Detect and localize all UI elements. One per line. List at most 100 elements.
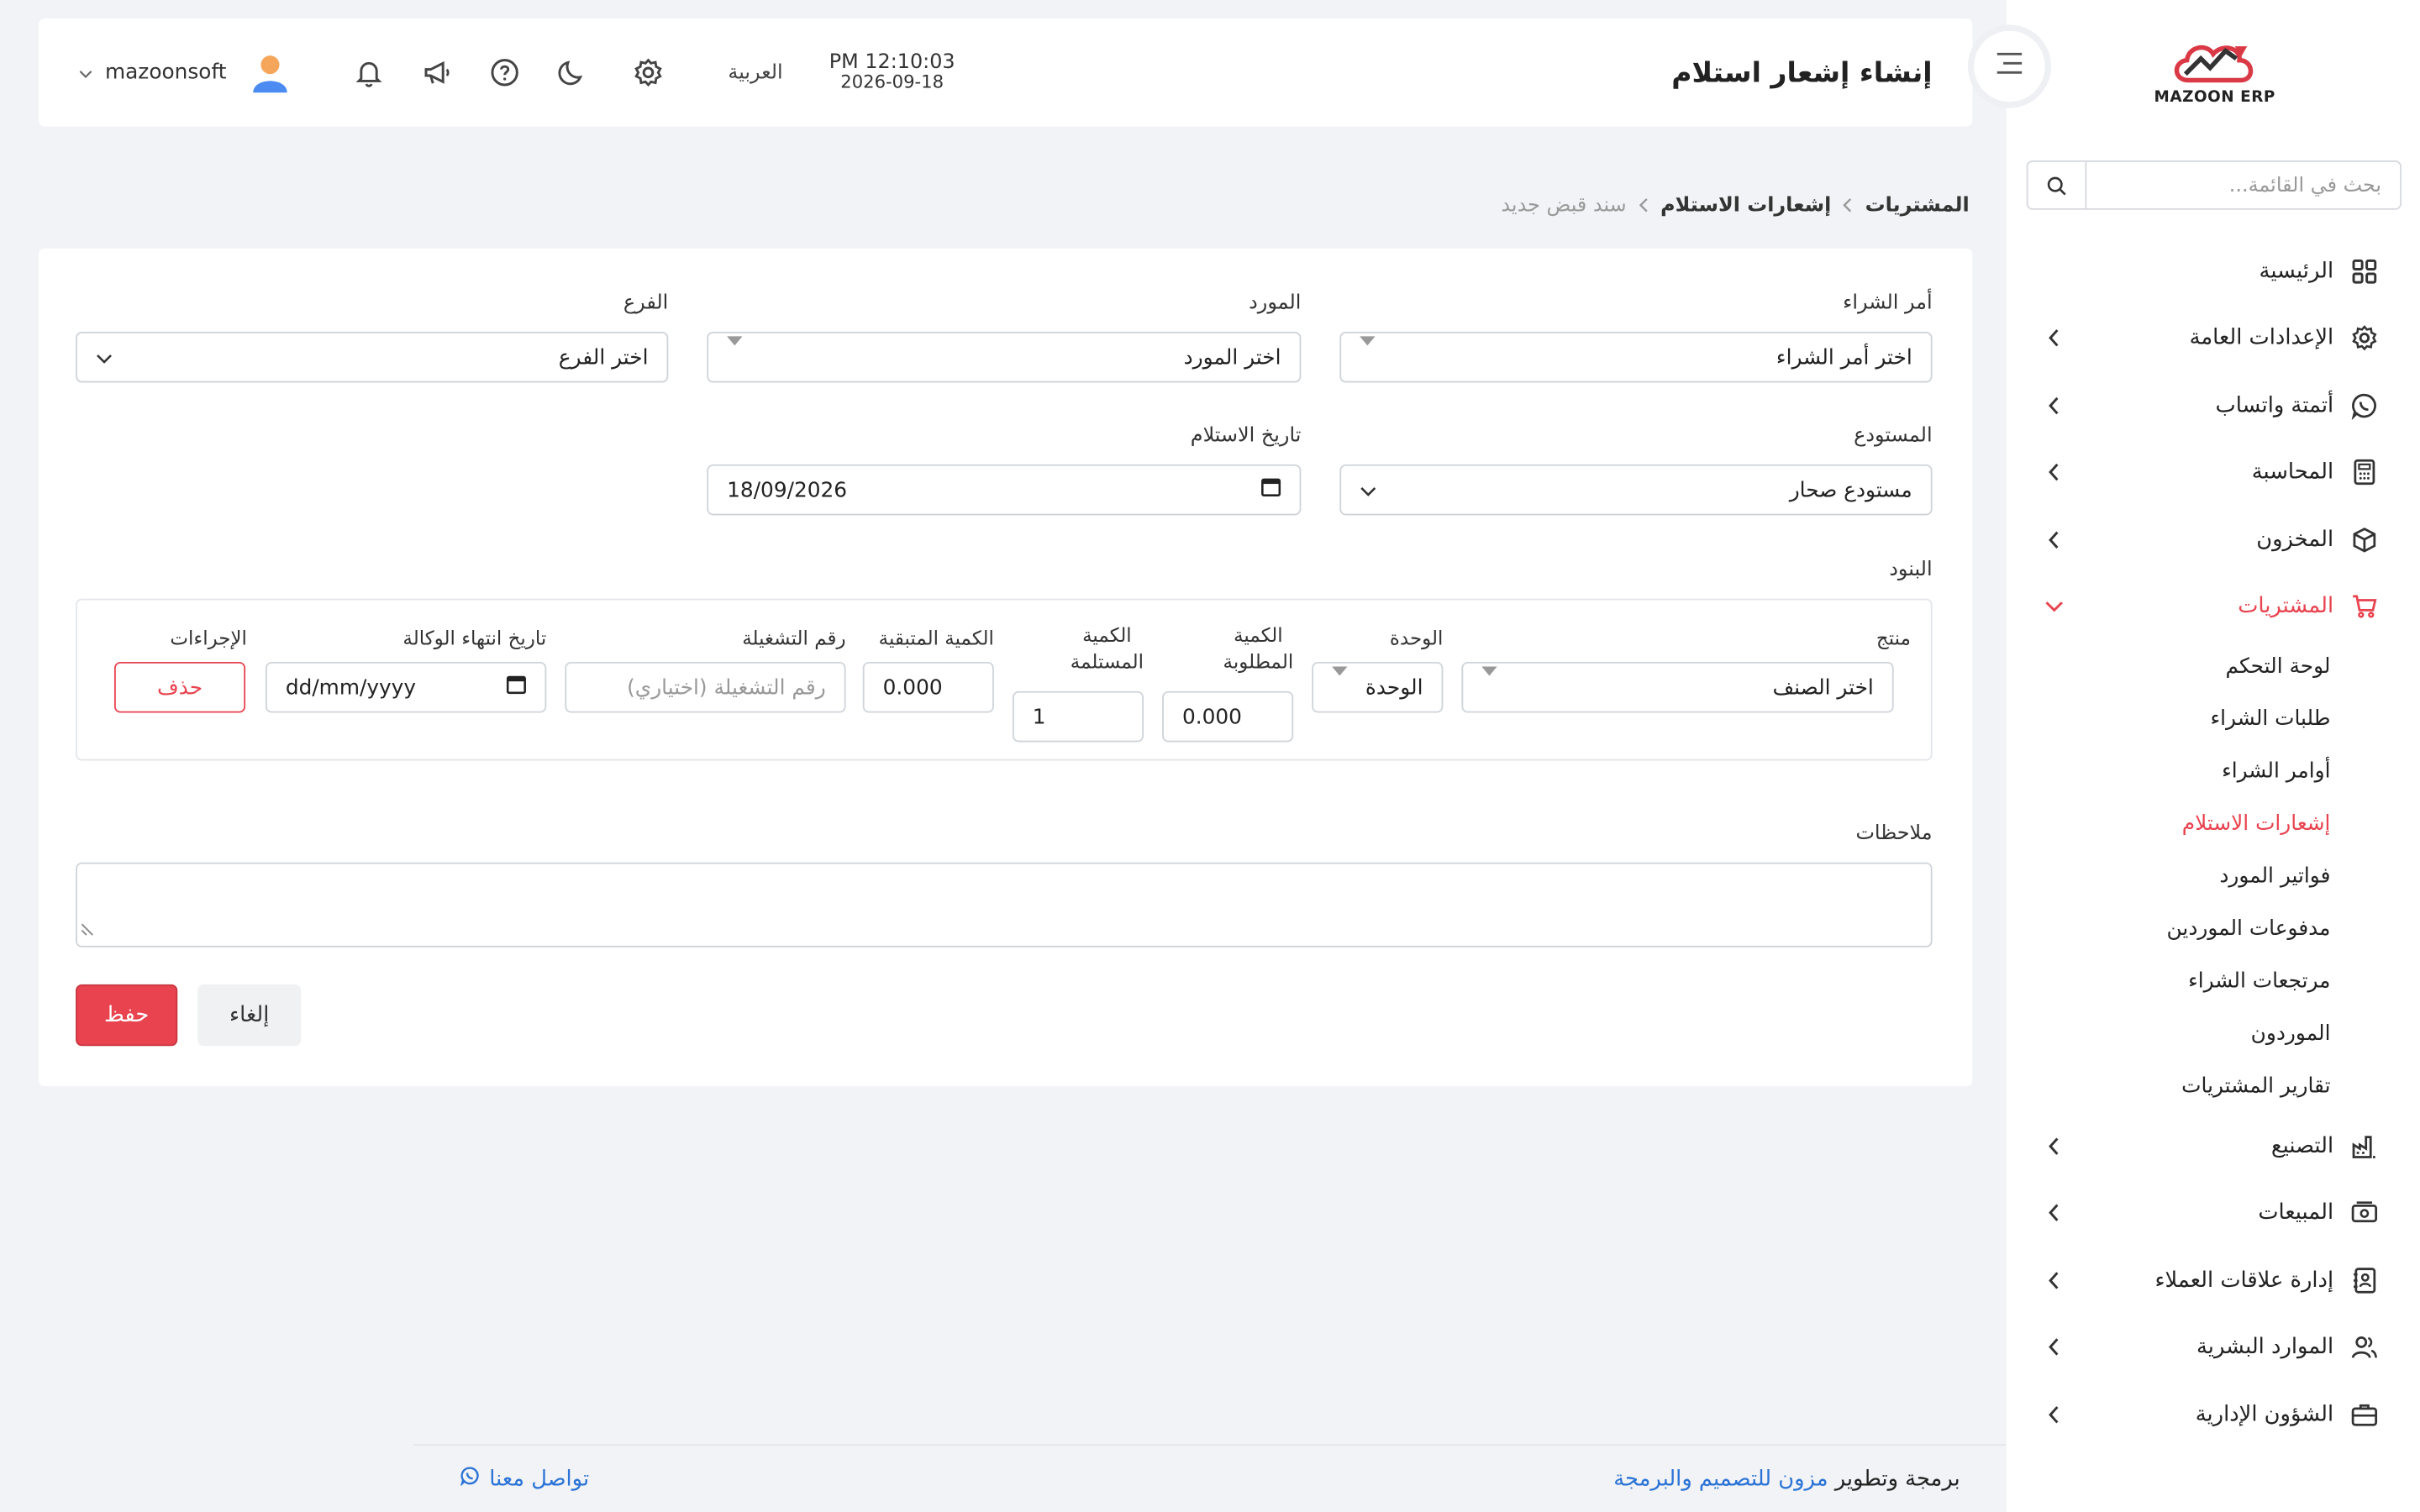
sidebar-item-hr[interactable]: الموارد البشرية [2007, 1314, 2420, 1381]
chevron-down-icon [96, 345, 113, 370]
delete-row-button[interactable]: حذف [113, 661, 246, 713]
sidebar: MAZOON ERP الرئيسية الإعدادات العامة أتم… [2006, 0, 2420, 1512]
contact-us-link[interactable]: تواصل معنا [460, 1466, 589, 1492]
sidebar-item-label: الشؤون الإدارية [2195, 1402, 2334, 1427]
footer: برمجة وتطوير مزون للتصميم والبرمجة تواصل… [413, 1444, 2007, 1512]
sidebar-item-manufacturing[interactable]: التصنيع [2007, 1112, 2420, 1179]
sidebar-item-label: المخزون [2256, 527, 2334, 553]
submenu-item-supplier-invoices[interactable]: فواتير المورد [2007, 850, 2330, 902]
user-menu[interactable]: mazoonsoft [79, 60, 227, 85]
sidebar-item-purchases[interactable]: المشتريات [2007, 573, 2420, 640]
clock-date: 2026-09-18 [840, 71, 944, 93]
moon-icon[interactable] [552, 52, 592, 92]
calendar-icon[interactable] [506, 675, 526, 701]
bell-icon[interactable] [349, 52, 389, 92]
chevron-left-icon [2044, 1135, 2065, 1157]
users-icon [2349, 1332, 2381, 1363]
submenu-item-purchase-orders[interactable]: أوامر الشراء [2007, 745, 2330, 797]
sidebar-item-home[interactable]: الرئيسية [2007, 238, 2420, 305]
submenu-item-dashboard[interactable]: لوحة التحكم [2007, 640, 2330, 692]
expiry-date-input[interactable]: dd/mm/yyyy [265, 661, 547, 713]
chevron-left-icon [2044, 1269, 2065, 1291]
submenu-item-purchase-requests[interactable]: طلبات الشراء [2007, 693, 2330, 745]
breadcrumb-parent[interactable]: إشعارات الاستلام [1660, 194, 1831, 218]
sidebar-toggle-button[interactable] [1974, 30, 2045, 102]
branch-select[interactable]: اختر الفرع [76, 331, 669, 383]
supplier-select[interactable]: اختر المورد [707, 331, 1302, 383]
grid-icon [2349, 255, 2381, 286]
sidebar-item-inventory[interactable]: المخزون [2007, 506, 2420, 573]
col-qty-received-line1: الكمية [1082, 623, 1132, 647]
product-select[interactable]: اختر الصنف [1461, 661, 1894, 713]
caret-down-icon [727, 335, 743, 370]
page-title: إنشاء إشعار استلام [1671, 56, 1933, 89]
submenu-item-purchase-reports[interactable]: تقارير المشتريات [2007, 1060, 2330, 1112]
submenu-item-receipt-notices[interactable]: إشعارات الاستلام [2007, 798, 2331, 850]
language-switch[interactable]: العربية [728, 61, 782, 85]
calculator-icon [2349, 457, 2381, 488]
avatar[interactable] [248, 51, 291, 94]
receipt-form-card: أمر الشراء اختر أمر الشراء المورد اختر ا… [38, 248, 1973, 1087]
save-button[interactable]: حفظ [76, 984, 178, 1047]
sidebar-item-crm[interactable]: إدارة علاقات العملاء [2007, 1247, 2420, 1314]
sidebar-item-label: إدارة علاقات العملاء [2154, 1268, 2334, 1293]
whatsapp-icon [2349, 390, 2381, 421]
chevron-left-icon [2044, 462, 2065, 484]
sidebar-item-admin-affairs[interactable]: الشؤون الإدارية [2007, 1381, 2420, 1448]
breadcrumb: المشتريات إشعارات الاستلام سند قبض جديد [1501, 194, 1969, 218]
unit-select[interactable]: الوحدة [1312, 661, 1444, 713]
footer-credit: برمجة وتطوير مزون للتصميم والبرمجة [1613, 1467, 1960, 1491]
breadcrumb-root[interactable]: المشتريات [1865, 194, 1970, 218]
briefcase-icon [2349, 1399, 2381, 1430]
col-product: منتج [1876, 626, 1911, 650]
notes-textarea[interactable] [76, 862, 1933, 948]
batch-input[interactable]: رقم التشغيلة (اختياري) [565, 661, 846, 713]
sidebar-nav: الرئيسية الإعدادات العامة أتمتة واتساب ا… [2007, 238, 2420, 1448]
submenu-item-purchase-returns[interactable]: مرتجعات الشراء [2007, 955, 2330, 1007]
qty-remaining-input[interactable]: 0.000 [862, 661, 994, 713]
qty-required-value: 0.000 [1181, 704, 1242, 729]
sidebar-item-label: أتمتة واتساب [2215, 392, 2334, 418]
submenu-item-suppliers[interactable]: الموردون [2007, 1007, 2331, 1059]
sidebar-item-accounting[interactable]: المحاسبة [2007, 439, 2420, 507]
purchase-order-select[interactable]: اختر أمر الشراء [1339, 331, 1933, 383]
search-icon[interactable] [2028, 161, 2087, 208]
caret-down-icon [1332, 665, 1348, 700]
calendar-icon[interactable] [1261, 477, 1281, 503]
box-icon [2349, 524, 2381, 555]
chevron-down-icon [79, 60, 93, 85]
qty-required-input[interactable]: 0.000 [1162, 690, 1294, 743]
contact-us-label: تواصل معنا [489, 1466, 590, 1492]
breadcrumb-current: سند قبض جديد [1501, 194, 1627, 218]
footer-credit-link[interactable]: مزون للتصميم والبرمجة [1613, 1467, 1828, 1491]
cancel-button[interactable]: إلغاء [197, 984, 302, 1047]
sidebar-item-general-settings[interactable]: الإعدادات العامة [2007, 305, 2420, 372]
purchase-order-value: اختر أمر الشراء [1776, 344, 1912, 370]
qty-received-input[interactable]: 1 [1012, 690, 1144, 743]
factory-icon [2349, 1131, 2381, 1162]
warehouse-value: مستودع صحار [1789, 477, 1912, 502]
settings-gear-icon[interactable] [628, 52, 668, 92]
logo[interactable]: MAZOON ERP [2145, 37, 2284, 114]
sidebar-item-whatsapp[interactable]: أتمتة واتساب [2007, 372, 2420, 439]
col-qty-remaining: الكمية المتبقية [878, 626, 994, 650]
col-qty-received-line2: المستلمة [1070, 649, 1144, 673]
megaphone-icon[interactable] [416, 52, 456, 92]
sidebar-item-label: التصنيع [2270, 1133, 2334, 1158]
sidebar-search-input[interactable] [2086, 161, 2401, 208]
batch-placeholder: رقم التشغيلة (اختياري) [627, 675, 826, 700]
whatsapp-icon [460, 1466, 480, 1492]
cart-icon [2349, 591, 2381, 622]
help-icon[interactable] [484, 52, 524, 92]
sidebar-item-sales[interactable]: المبيعات [2007, 1179, 2420, 1247]
purchase-order-label: أمر الشراء [1843, 291, 1933, 315]
qty-received-value: 1 [1032, 704, 1046, 729]
submenu-item-supplier-payments[interactable]: مدفوعات الموردين [2007, 902, 2331, 954]
resize-handle-icon[interactable] [81, 913, 95, 942]
supplier-value: اختر المورد [1183, 344, 1281, 370]
warehouse-select[interactable]: مستودع صحار [1339, 464, 1933, 516]
receipt-date-input[interactable]: 18/09/2026 [707, 464, 1302, 516]
logo-text: MAZOON ERP [2154, 89, 2275, 107]
items-table: منتج الوحدة الكمية المطلوبة الكمية المست… [76, 598, 1933, 761]
supplier-label: المورد [1249, 291, 1302, 315]
